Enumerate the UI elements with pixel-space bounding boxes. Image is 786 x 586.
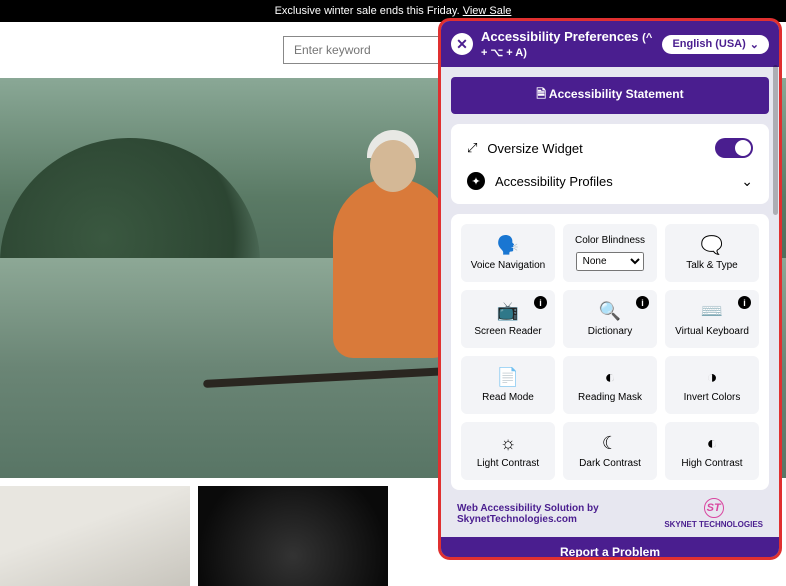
document-icon: 📄 [497, 367, 519, 388]
tile-light-contrast[interactable]: ☼ Light Contrast [461, 422, 555, 480]
tile-talk-type[interactable]: 🗨️ Talk & Type [665, 224, 759, 282]
scrollbar[interactable] [773, 65, 778, 215]
tile-virtual-keyboard[interactable]: i ⌨️ Virtual Keyboard [665, 290, 759, 348]
tile-voice-navigation[interactable]: 🗣️ Voice Navigation [461, 224, 555, 282]
features-grid: 🗣️ Voice Navigation Color Blindness None… [451, 214, 769, 490]
info-icon[interactable]: i [738, 296, 751, 309]
tile-high-contrast[interactable]: ◐ High Contrast [665, 422, 759, 480]
oversize-widget-row: ⤢ Oversize Widget [467, 138, 753, 158]
accessibility-icon: ✦ [467, 172, 485, 190]
tile-reading-mask[interactable]: ◐ Reading Mask [563, 356, 657, 414]
panel-title: Accessibility Preferences (^ + ⌥ + A) [481, 29, 654, 59]
skynet-logo: ST SKYNET TECHNOLOGIES [664, 498, 763, 529]
language-button[interactable]: English (USA) ⌄ [662, 35, 769, 54]
panel-credit: Web Accessibility Solution by SkynetTech… [441, 490, 779, 537]
talk-icon: 🗨️ [701, 235, 723, 256]
keyboard-icon: ⌨️ [701, 301, 723, 322]
close-icon[interactable]: ✕ [451, 33, 473, 55]
tile-color-blindness[interactable]: Color Blindness None [563, 224, 657, 282]
banner-text: Exclusive winter sale ends this Friday. [275, 5, 463, 17]
contrast-icon: ◐ [707, 433, 718, 454]
tile-screen-reader[interactable]: i 📺 Screen Reader [461, 290, 555, 348]
tile-dark-contrast[interactable]: ☾ Dark Contrast [563, 422, 657, 480]
expand-icon: ⤢ [467, 140, 477, 156]
sun-icon: ☼ [500, 433, 517, 454]
tile-read-mode[interactable]: 📄 Read Mode [461, 356, 555, 414]
thumbnail-2[interactable] [198, 486, 388, 586]
tile-dictionary[interactable]: i 🔍 Dictionary [563, 290, 657, 348]
chevron-down-icon: ⌄ [741, 173, 753, 190]
view-sale-link[interactable]: View Sale [463, 5, 512, 17]
invert-icon: ◑ [707, 367, 718, 388]
moon-icon: ☾ [602, 433, 618, 454]
info-icon[interactable]: i [636, 296, 649, 309]
chevron-down-icon: ⌄ [750, 38, 759, 51]
tile-invert-colors[interactable]: ◑ Invert Colors [665, 356, 759, 414]
settings-card: ⤢ Oversize Widget ✦ Accessibility Profil… [451, 124, 769, 204]
headset-icon: 🗣️ [497, 235, 519, 256]
document-icon: 🗎 [536, 87, 546, 101]
panel-header: ✕ Accessibility Preferences (^ + ⌥ + A) … [441, 21, 779, 67]
screen-reader-icon: 📺 [497, 301, 519, 322]
magnifier-icon: 🔍 [599, 301, 621, 322]
accessibility-statement-button[interactable]: 🗎 Accessibility Statement [451, 77, 769, 114]
info-icon[interactable]: i [534, 296, 547, 309]
color-blindness-select[interactable]: None [576, 252, 645, 271]
report-problem-button[interactable]: Report a Problem [441, 537, 779, 560]
mask-icon: ◐ [605, 367, 616, 388]
oversize-toggle[interactable] [715, 138, 753, 158]
accessibility-panel: ✕ Accessibility Preferences (^ + ⌥ + A) … [438, 18, 782, 560]
thumbnail-1[interactable] [0, 486, 190, 586]
accessibility-profiles-row[interactable]: ✦ Accessibility Profiles ⌄ [467, 172, 753, 190]
